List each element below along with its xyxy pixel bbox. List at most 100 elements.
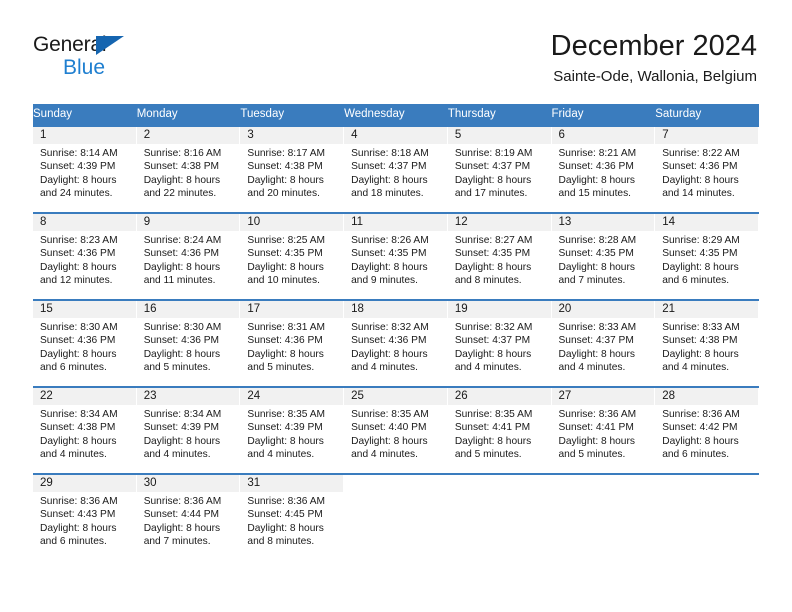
daylight-text-line2: and 9 minutes. xyxy=(351,274,418,286)
sunrise-text: Sunrise: 8:36 AM xyxy=(662,409,740,420)
daylight-text-line1: Daylight: 8 hours xyxy=(454,261,532,273)
daylight-text-line2: and 22 minutes. xyxy=(143,187,217,199)
sunset-text: Sunset: 4:37 PM xyxy=(558,335,634,347)
sunrise-text: Sunrise: 8:24 AM xyxy=(143,235,222,246)
daylight-text-line2: and 4 minutes. xyxy=(247,448,315,460)
daylight-text-line2: and 4 minutes. xyxy=(558,361,626,373)
daylight-text-line2: and 4 minutes. xyxy=(351,361,418,373)
calendar-day-cell[interactable]: 12 Sunrise: 8:27 AM Sunset: 4:35 PM Dayl… xyxy=(447,212,552,300)
calendar-week-row: 15 Sunrise: 8:30 AM Sunset: 4:36 PM Dayl… xyxy=(33,299,759,387)
calendar-day-cell[interactable]: 9 Sunrise: 8:24 AM Sunset: 4:36 PM Dayli… xyxy=(136,212,241,300)
daylight-text-line2: and 12 minutes. xyxy=(40,274,113,286)
calendar-day-cell[interactable]: 25 Sunrise: 8:35 AM Sunset: 4:40 PM Dayl… xyxy=(344,386,448,474)
daylight-text-line2: and 4 minutes. xyxy=(40,448,107,460)
day-number: 6 xyxy=(551,127,656,144)
calendar-day-cell[interactable]: 23 Sunrise: 8:34 AM Sunset: 4:39 PM Dayl… xyxy=(136,386,241,474)
sunrise-text: Sunrise: 8:33 AM xyxy=(558,322,637,333)
calendar-day-cell[interactable]: 2 Sunrise: 8:16 AM Sunset: 4:38 PM Dayli… xyxy=(136,125,241,213)
day-details: Sunrise: 8:35 AM Sunset: 4:39 PM Dayligh… xyxy=(240,405,344,461)
daylight-text-line1: Daylight: 8 hours xyxy=(247,435,324,447)
sunrise-text: Sunrise: 8:26 AM xyxy=(351,235,429,246)
calendar-day-cell[interactable]: 21 Sunrise: 8:33 AM Sunset: 4:38 PM Dayl… xyxy=(655,299,759,387)
calendar-day-cell[interactable]: 4 Sunrise: 8:18 AM Sunset: 4:37 PM Dayli… xyxy=(344,125,448,213)
sunrise-text: Sunrise: 8:30 AM xyxy=(40,322,118,333)
day-details: Sunrise: 8:26 AM Sunset: 4:35 PM Dayligh… xyxy=(344,231,448,287)
sunrise-text: Sunrise: 8:16 AM xyxy=(143,148,222,159)
daylight-text-line2: and 4 minutes. xyxy=(662,361,730,373)
day-number: 20 xyxy=(551,301,656,318)
day-number: 14 xyxy=(655,214,759,231)
generalblue-logo[interactable]: General Blue xyxy=(33,32,233,84)
calendar-day-cell[interactable]: 27 Sunrise: 8:36 AM Sunset: 4:41 PM Dayl… xyxy=(551,386,656,474)
daylight-text-line1: Daylight: 8 hours xyxy=(351,174,428,186)
day-number: 3 xyxy=(240,127,345,144)
day-number: 21 xyxy=(655,301,759,318)
sunrise-text: Sunrise: 8:34 AM xyxy=(143,409,222,420)
sunrise-text: Sunrise: 8:18 AM xyxy=(351,148,429,159)
calendar-week-row: 1 Sunrise: 8:14 AM Sunset: 4:39 PM Dayli… xyxy=(33,125,759,213)
sunset-text: Sunset: 4:39 PM xyxy=(143,422,220,434)
calendar-day-cell[interactable]: 18 Sunrise: 8:32 AM Sunset: 4:36 PM Dayl… xyxy=(344,299,448,387)
calendar-day-cell[interactable]: 22 Sunrise: 8:34 AM Sunset: 4:38 PM Dayl… xyxy=(33,386,137,474)
daylight-text-line2: and 6 minutes. xyxy=(40,535,107,547)
daylight-text-line2: and 7 minutes. xyxy=(143,535,211,547)
daylight-text-line2: and 10 minutes. xyxy=(247,274,320,286)
sunset-text: Sunset: 4:38 PM xyxy=(247,161,323,173)
day-details: Sunrise: 8:31 AM Sunset: 4:36 PM Dayligh… xyxy=(240,318,344,374)
calendar-day-cell[interactable]: 19 Sunrise: 8:32 AM Sunset: 4:37 PM Dayl… xyxy=(447,299,552,387)
daylight-text-line1: Daylight: 8 hours xyxy=(454,435,532,447)
day-number: 24 xyxy=(240,388,345,405)
sunset-text: Sunset: 4:36 PM xyxy=(143,335,220,347)
sunrise-text: Sunrise: 8:23 AM xyxy=(40,235,118,246)
calendar-week-row: 8 Sunrise: 8:23 AM Sunset: 4:36 PM Dayli… xyxy=(33,212,759,300)
sunset-text: Sunset: 4:37 PM xyxy=(351,161,427,173)
daylight-text-line1: Daylight: 8 hours xyxy=(40,522,117,534)
calendar-day-cell[interactable]: 31 Sunrise: 8:36 AM Sunset: 4:45 PM Dayl… xyxy=(240,473,345,562)
day-details: Sunrise: 8:14 AM Sunset: 4:39 PM Dayligh… xyxy=(33,144,137,200)
calendar-day-cell[interactable]: 16 Sunrise: 8:30 AM Sunset: 4:36 PM Dayl… xyxy=(136,299,241,387)
calendar-day-cell[interactable]: 6 Sunrise: 8:21 AM Sunset: 4:36 PM Dayli… xyxy=(551,125,656,213)
sunrise-text: Sunrise: 8:28 AM xyxy=(558,235,637,246)
calendar-day-cell[interactable]: 1 Sunrise: 8:14 AM Sunset: 4:39 PM Dayli… xyxy=(33,125,137,213)
sunrise-text: Sunrise: 8:30 AM xyxy=(143,322,222,333)
calendar-day-cell[interactable]: 29 Sunrise: 8:36 AM Sunset: 4:43 PM Dayl… xyxy=(33,473,137,562)
daylight-text-line1: Daylight: 8 hours xyxy=(558,261,635,273)
sunset-text: Sunset: 4:36 PM xyxy=(662,161,738,173)
sunrise-text: Sunrise: 8:34 AM xyxy=(40,409,118,420)
daylight-text-line1: Daylight: 8 hours xyxy=(143,348,221,360)
day-number: 9 xyxy=(136,214,241,231)
calendar-page: General Blue December 2024 Sainte-Ode, W… xyxy=(0,0,792,612)
daylight-text-line1: Daylight: 8 hours xyxy=(247,261,324,273)
calendar-day-cell-empty xyxy=(344,473,448,562)
calendar-day-cell[interactable]: 30 Sunrise: 8:36 AM Sunset: 4:44 PM Dayl… xyxy=(136,473,241,562)
day-details: Sunrise: 8:34 AM Sunset: 4:38 PM Dayligh… xyxy=(33,405,137,461)
calendar-day-cell[interactable]: 3 Sunrise: 8:17 AM Sunset: 4:38 PM Dayli… xyxy=(240,125,345,213)
day-number: 19 xyxy=(447,301,552,318)
calendar-day-cell[interactable]: 7 Sunrise: 8:22 AM Sunset: 4:36 PM Dayli… xyxy=(655,125,759,213)
title-block: December 2024 Sainte-Ode, Wallonia, Belg… xyxy=(551,28,757,88)
calendar-day-cell[interactable]: 8 Sunrise: 8:23 AM Sunset: 4:36 PM Dayli… xyxy=(33,212,137,300)
sunrise-text: Sunrise: 8:14 AM xyxy=(40,148,118,159)
calendar-day-cell[interactable]: 20 Sunrise: 8:33 AM Sunset: 4:37 PM Dayl… xyxy=(551,299,656,387)
day-details: Sunrise: 8:36 AM Sunset: 4:45 PM Dayligh… xyxy=(240,492,344,548)
calendar-day-cell[interactable]: 10 Sunrise: 8:25 AM Sunset: 4:35 PM Dayl… xyxy=(240,212,345,300)
calendar-day-cell[interactable]: 15 Sunrise: 8:30 AM Sunset: 4:36 PM Dayl… xyxy=(33,299,137,387)
calendar-day-cell[interactable]: 11 Sunrise: 8:26 AM Sunset: 4:35 PM Dayl… xyxy=(344,212,448,300)
calendar-day-cell[interactable]: 26 Sunrise: 8:35 AM Sunset: 4:41 PM Dayl… xyxy=(447,386,552,474)
calendar-day-cell[interactable]: 5 Sunrise: 8:19 AM Sunset: 4:37 PM Dayli… xyxy=(447,125,552,213)
sunset-text: Sunset: 4:36 PM xyxy=(143,248,220,260)
daylight-text-line2: and 11 minutes. xyxy=(143,274,216,286)
calendar-day-cell[interactable]: 14 Sunrise: 8:29 AM Sunset: 4:35 PM Dayl… xyxy=(655,212,759,300)
calendar-day-cell[interactable]: 28 Sunrise: 8:36 AM Sunset: 4:42 PM Dayl… xyxy=(655,386,759,474)
day-details: Sunrise: 8:36 AM Sunset: 4:43 PM Dayligh… xyxy=(33,492,137,548)
triangle-icon xyxy=(96,36,124,55)
daylight-text-line2: and 5 minutes. xyxy=(247,361,315,373)
weekday-header-friday: Friday xyxy=(551,104,656,126)
calendar-day-cell[interactable]: 13 Sunrise: 8:28 AM Sunset: 4:35 PM Dayl… xyxy=(551,212,656,300)
day-number: 13 xyxy=(551,214,656,231)
calendar-week-row: 22 Sunrise: 8:34 AM Sunset: 4:38 PM Dayl… xyxy=(33,386,759,474)
sunrise-text: Sunrise: 8:27 AM xyxy=(454,235,533,246)
calendar-day-cell[interactable]: 17 Sunrise: 8:31 AM Sunset: 4:36 PM Dayl… xyxy=(240,299,345,387)
day-number: 28 xyxy=(655,388,759,405)
calendar-day-cell[interactable]: 24 Sunrise: 8:35 AM Sunset: 4:39 PM Dayl… xyxy=(240,386,345,474)
